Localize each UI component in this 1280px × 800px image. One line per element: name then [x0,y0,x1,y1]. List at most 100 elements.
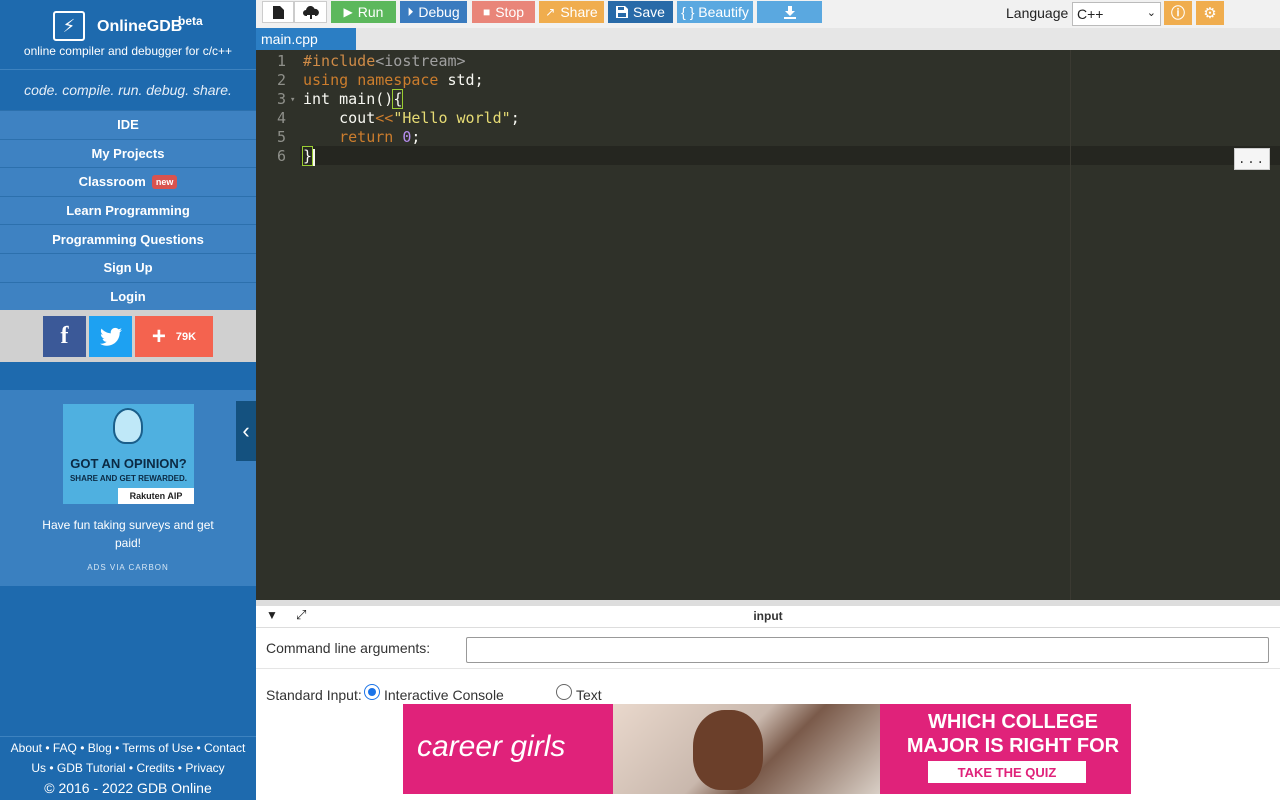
stop-label: Stop [495,4,525,20]
line-number: 3 [276,90,286,108]
new-file-button[interactable] [262,1,294,23]
language-value: C++ [1077,6,1104,22]
share-count: 79K [175,330,197,343]
facebook-button[interactable]: f [43,316,86,358]
new-badge: new [151,174,178,189]
line-number: 5 [276,128,286,146]
chevron-down-icon: ⌄ [1146,7,1156,19]
stop-button[interactable]: ■ Stop [472,1,535,23]
print-margin [1070,50,1071,600]
beautify-label: { } Beautify [681,4,749,20]
share-count-button[interactable]: +79K [135,316,213,358]
collapse-sidebar-button[interactable]: ‹ [236,401,256,461]
nav-label: Login [110,288,146,304]
career-girls-banner-ad[interactable]: career girls WHICH COLLEGE MAJOR IS RIGH… [403,704,1131,794]
share-button[interactable]: ↗ Share [539,1,604,23]
ad-subheadline: SHARE AND GET REWARDED. [69,474,188,483]
banner-logo: career girls [417,730,566,763]
settings-button[interactable]: ⚙ [1196,1,1224,25]
args-row: Command line arguments: [256,629,1280,669]
radio-text[interactable] [556,684,572,700]
ad-brand: Rakuten AIP [118,488,194,504]
code-area[interactable]: #include<iostream> using namespace std; … [300,50,1280,600]
nav-item-classroom[interactable]: Classroom new [0,167,256,196]
radio-text-label[interactable]: Text [576,687,602,703]
twitter-button[interactable] [89,316,132,358]
brand-name: OnlineGDB [97,18,183,35]
sidebar: ⚡ OnlineGDB beta online compiler and deb… [0,0,256,800]
banner-person [693,710,763,790]
line-gutter: 1 2 3 ▾ 4 5 6 [256,50,300,600]
language-select[interactable]: C++ ⌄ [1072,2,1161,26]
more-options-button[interactable]: ... [1234,148,1270,170]
language-label: Language [1006,5,1069,21]
nav-label: My Projects [91,145,165,161]
args-label: Command line arguments: [266,640,431,656]
beautify-button[interactable]: { } Beautify [677,1,753,23]
toolbar: ▶ Run ⏵ Debug ■ Stop ↗ Share Save { } Beauti… [256,0,1280,28]
nav-item-login[interactable]: Login [0,281,256,311]
code-line: cout<<"Hello world"; [303,109,520,127]
carbon-ad[interactable]: GOT AN OPINION? SHARE AND GET REWARDED. … [0,390,256,586]
run-label: Run [357,4,384,20]
active-line-highlight [300,146,1280,165]
debug-button[interactable]: ⏵ Debug [400,1,467,23]
command-line-args-input[interactable] [466,637,1269,663]
ad-headline: GOT AN OPINION? [70,456,187,471]
ads-via-carbon[interactable]: ADS VIA CARBON [0,563,256,572]
code-line: int main(){ [303,89,404,109]
nav-label: Learn Programming [66,203,190,219]
download-button[interactable] [757,1,822,23]
social-bar: f +79K [0,310,256,363]
sidebar-footer: About • FAQ • Blog • Terms of Use • Cont… [0,736,256,800]
file-icon [272,5,284,19]
footer-links-2[interactable]: Us • GDB Tutorial • Credits • Privacy [0,758,256,778]
tab-label: main.cpp [261,31,318,47]
facebook-icon: f [60,323,69,350]
tab-main-cpp[interactable]: main.cpp [256,28,356,50]
nav-item-ide[interactable]: IDE [0,110,256,139]
brand[interactable]: ⚡ OnlineGDB beta online compiler and deb… [0,0,256,70]
radio-interactive-console[interactable] [364,684,380,700]
take-quiz-button[interactable]: TAKE THE QUIZ [928,761,1086,783]
lightning-icon: ⚡ [53,11,85,41]
input-panel-header: ▼ ⤢ input [256,606,1280,628]
banner-photo [613,704,880,794]
gear-icon: ⚙ [1203,5,1217,22]
save-button[interactable]: Save [608,1,673,23]
code-line: } [301,146,314,166]
code-line: using namespace std; [303,71,484,89]
code-editor[interactable]: 1 2 3 ▾ 4 5 6 #include<iostream> using n… [256,50,1280,600]
line-number: 1 [276,52,286,70]
nav-item-sign-up[interactable]: Sign Up [0,252,256,282]
cloud-upload-icon [302,5,319,19]
run-button[interactable]: ▶ Run [331,1,396,23]
debug-label: Debug [418,4,460,20]
nav-item-my-projects[interactable]: My Projects [0,138,256,168]
tab-bar: main.cpp [256,28,1280,50]
ad-image[interactable]: GOT AN OPINION? SHARE AND GET REWARDED. … [63,404,194,504]
play-circle-icon: ⏵ [407,4,414,19]
play-icon: ▶ [343,5,353,19]
share-label: Share [560,4,598,20]
footer-links-1[interactable]: About • FAQ • Blog • Terms of Use • Cont… [0,738,256,758]
line-number: 4 [276,109,286,127]
brand-subtitle: online compiler and debugger for c/c++ [23,44,233,58]
chevron-left-icon: ‹ [242,418,250,443]
nav-item-learn-programming[interactable]: Learn Programming [0,195,256,225]
info-button[interactable]: ⓘ [1164,1,1192,25]
fold-arrow-icon[interactable]: ▾ [290,95,295,105]
download-icon [783,5,796,19]
nav-item-programming-questions[interactable]: Programming Questions [0,224,256,253]
input-panel: ▼ ⤢ input Command line arguments: Standa… [256,600,1280,800]
code-line: #include<iostream> [303,52,466,70]
nav-label: Classroom [78,174,146,190]
save-label: Save [633,4,665,20]
twitter-icon [99,327,122,346]
share-icon: ↗ [545,5,556,19]
ad-text[interactable]: Have fun taking surveys and get paid! [40,516,216,552]
line-number: 2 [276,71,286,89]
radio-interactive-label[interactable]: Interactive Console [384,687,504,703]
stdin-label: Standard Input: [266,687,362,703]
upload-button[interactable] [294,1,327,23]
